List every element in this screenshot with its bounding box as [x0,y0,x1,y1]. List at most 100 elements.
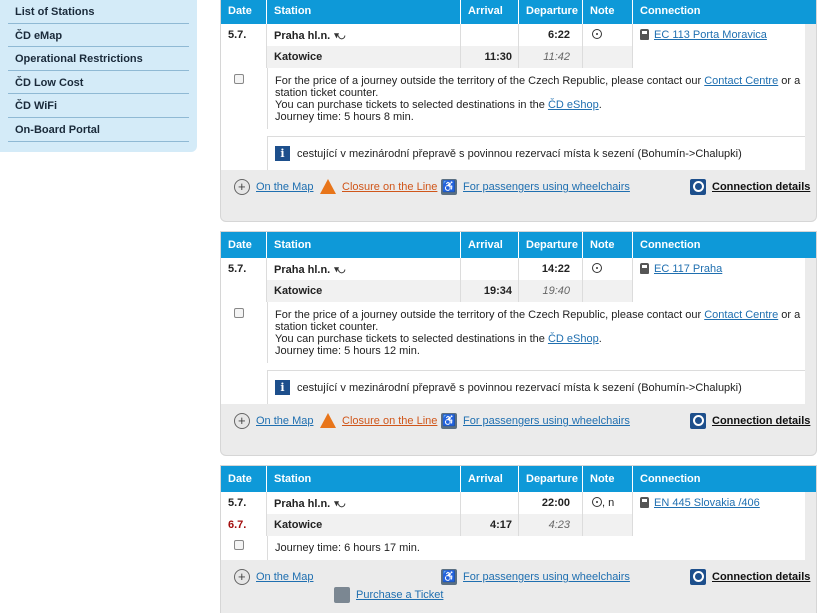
notice-text: cestující v mezinárodní přepravě s povin… [297,147,742,160]
select-checkbox[interactable] [234,74,244,84]
table-row: Katowice 11:30 11:42 [221,46,805,68]
train-link[interactable]: EN 445 Slovakia /406 [654,497,760,509]
details-link[interactable]: Connection details [690,179,810,195]
arrival-cell: 4:17 [461,514,519,536]
eshop-link[interactable]: ČD eShop [548,333,599,345]
header-note: Note [583,466,633,492]
note-suffix: , n [602,497,615,509]
info-area: For the price of a journey outside the t… [221,68,805,129]
map-link[interactable]: On the Map [234,179,313,195]
departure-cell: 4:23 [519,514,583,536]
magnifier-icon [690,413,706,429]
connection-body: 5.7. Praha hl.n. ▾◡ 14:22 EC 117 Praha Ka… [221,258,805,404]
closure-link-label[interactable]: Closure on the Line [342,181,437,193]
header-departure: Departure [519,466,583,492]
clock-icon[interactable] [592,263,602,273]
wheelchair-link[interactable]: ♿ For passengers using wheelchairs [441,413,630,429]
details-link-label[interactable]: Connection details [712,415,810,427]
departure-cell: 14:22 [519,258,583,280]
details-link[interactable]: Connection details [690,569,810,585]
table-header: Date Station Arrival Departure Note Conn… [221,466,816,492]
map-link-label[interactable]: On the Map [256,415,313,427]
header-date: Date [221,466,267,492]
closure-link[interactable]: Closure on the Line [320,413,437,428]
note-cell [583,514,633,536]
map-icon [234,569,250,585]
train-link[interactable]: EC 113 Porta Moravica [654,29,767,41]
header-arrival: Arrival [461,466,519,492]
contact-centre-link[interactable]: Contact Centre [704,75,778,87]
departure-cell: 11:42 [519,46,583,68]
clock-icon[interactable] [592,497,602,507]
wheelchair-link-label[interactable]: For passengers using wheelchairs [463,571,630,583]
journey-time: Journey time: 5 hours 12 min. [275,345,420,357]
eshop-link[interactable]: ČD eShop [548,99,599,111]
connection-block-2: Date Station Arrival Departure Note Conn… [220,231,817,456]
sidebar: List of Stations ČD eMap Operational Res… [0,0,197,152]
header-station: Station [267,0,461,24]
note-cell [583,24,633,46]
header-date: Date [221,0,267,24]
train-icon [640,263,649,274]
connection-cell [633,514,805,536]
header-note: Note [583,0,633,24]
header-connection: Connection [640,239,701,251]
ticket-link[interactable]: Purchase a Ticket [334,587,443,603]
arrival-cell [461,258,519,280]
info-text: For the price of a journey outside the t… [267,302,805,363]
header-departure: Departure [519,232,583,258]
header-arrival: Arrival [461,0,519,24]
date-cell: 6.7. [221,514,267,536]
train-icon [640,29,649,40]
wheelchair-icon: ♿ [441,413,457,429]
note-cell [583,46,633,68]
map-link-label[interactable]: On the Map [256,181,313,193]
table-header: Date Station Arrival Departure Note Conn… [221,232,816,258]
wheelchair-link-label[interactable]: For passengers using wheelchairs [463,181,630,193]
closure-link-label[interactable]: Closure on the Line [342,415,437,427]
arrival-cell: 11:30 [461,46,519,68]
eshop-text: You can purchase tickets to selected des… [275,99,545,111]
train-link[interactable]: EC 117 Praha [654,263,722,275]
clock-icon[interactable] [592,29,602,39]
details-link-label[interactable]: Connection details [712,571,810,583]
details-link[interactable]: Connection details [690,413,810,429]
map-link[interactable]: On the Map [234,569,313,585]
contact-centre-link[interactable]: Contact Centre [704,309,778,321]
warning-icon [320,413,336,428]
sidebar-item-low-cost[interactable]: ČD Low Cost [8,71,189,95]
info-icon: i [275,146,290,161]
select-checkbox[interactable] [234,308,244,318]
station-cell: Praha hl.n. ▾◡ [267,24,461,46]
sidebar-item-operational-restrictions[interactable]: Operational Restrictions [8,47,189,71]
price-text: For the price of a journey outside the t… [275,309,702,321]
header-connection: Connection [640,5,701,17]
header-date: Date [221,232,267,258]
departure-cell: 6:22 [519,24,583,46]
connection-cell: EC 113 Porta Moravica [633,24,805,46]
info-area: Journey time: 6 hours 17 min. [221,536,805,560]
date-cell [221,46,267,68]
wheelchair-link-label[interactable]: For passengers using wheelchairs [463,415,630,427]
closure-link[interactable]: Closure on the Line [320,179,437,194]
connection-cell: EN 445 Slovakia /406 [633,492,805,514]
sidebar-item-on-board-portal[interactable]: On-Board Portal [8,118,189,142]
sidebar-item-list-of-stations[interactable]: List of Stations [8,0,189,24]
connection-footer: On the Map Closure on the Line ♿ For pass… [221,170,816,204]
sidebar-item-wifi[interactable]: ČD WiFi [8,94,189,118]
select-cell [221,536,267,560]
details-link-label[interactable]: Connection details [712,181,810,193]
wheelchair-icon: ♿ [441,569,457,585]
map-link-label[interactable]: On the Map [256,571,313,583]
map-link[interactable]: On the Map [234,413,313,429]
header-arrival: Arrival [461,232,519,258]
connection-cell: EC 117 Praha [633,258,805,280]
wheelchair-link[interactable]: ♿ For passengers using wheelchairs [441,569,630,585]
header-station: Station [267,232,461,258]
notice: i cestující v mezinárodní přepravě s pov… [267,136,805,170]
wheelchair-link[interactable]: ♿ For passengers using wheelchairs [441,179,630,195]
select-checkbox[interactable] [234,540,244,550]
notice-text: cestující v mezinárodní přepravě s povin… [297,381,742,394]
sidebar-item-emap[interactable]: ČD eMap [8,24,189,48]
ticket-link-label[interactable]: Purchase a Ticket [356,589,443,601]
